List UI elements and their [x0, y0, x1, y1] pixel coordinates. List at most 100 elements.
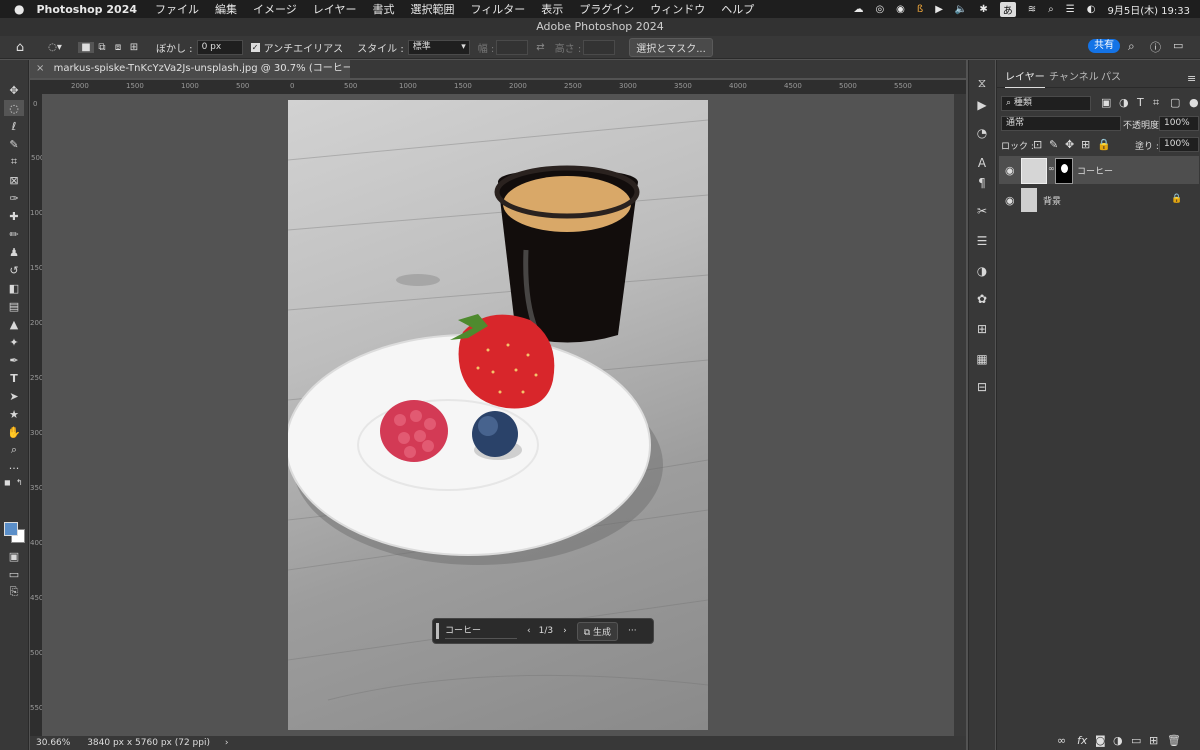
lasso-tool-icon[interactable]: ℓ: [4, 118, 24, 134]
lock-position-icon[interactable]: ✥: [1065, 138, 1074, 151]
add-mask-icon[interactable]: ◙: [1095, 734, 1106, 747]
vertical-scrollbar[interactable]: [954, 94, 966, 736]
properties-panel-icon[interactable]: ◔: [972, 124, 992, 142]
apple-icon[interactable]: ●: [14, 2, 24, 16]
link-layers-icon[interactable]: ∞: [1057, 734, 1066, 747]
clone-stamp-tool-icon[interactable]: ♟: [4, 244, 24, 260]
blur-tool-icon[interactable]: ▲: [4, 316, 24, 332]
fill-input[interactable]: 100%: [1159, 137, 1199, 152]
opacity-input[interactable]: 100%: [1159, 116, 1199, 131]
more-tools-icon[interactable]: ···: [4, 460, 24, 476]
foreground-color-swatch[interactable]: [4, 522, 18, 536]
quick-select-tool-icon[interactable]: ✎: [4, 136, 24, 152]
menu-select[interactable]: 選択範囲: [410, 1, 454, 17]
layer-row-coffee[interactable]: ◉ ∞ コーヒー: [999, 156, 1199, 184]
share-button[interactable]: 共有: [1088, 39, 1120, 53]
app-menu[interactable]: Photoshop 2024: [36, 3, 137, 16]
new-selection-icon[interactable]: ■: [78, 41, 94, 53]
siri-icon[interactable]: ◐: [1087, 4, 1096, 15]
previous-variation-icon[interactable]: ‹: [527, 626, 531, 636]
new-layer-icon[interactable]: ⊞: [1149, 734, 1158, 747]
more-options-icon[interactable]: ···: [628, 626, 637, 636]
filter-smart-icon[interactable]: ▢: [1170, 96, 1180, 109]
blend-mode-select[interactable]: 通常: [1001, 116, 1121, 131]
fx-icon[interactable]: fx: [1077, 734, 1087, 747]
tab-layers[interactable]: レイヤー: [1005, 69, 1045, 88]
swap-icon[interactable]: ⇄: [536, 42, 544, 53]
layer-row-background[interactable]: ◉ 背景 🔒: [999, 186, 1199, 214]
panel-menu-icon[interactable]: ≡: [1187, 72, 1196, 85]
link-icon[interactable]: ∞: [1048, 164, 1055, 173]
intersect-selection-icon[interactable]: ⊞: [126, 42, 142, 53]
cloud-icon[interactable]: ☁: [853, 4, 863, 15]
filter-toggle-icon[interactable]: ●: [1189, 96, 1199, 109]
feather-input[interactable]: 0 px: [196, 39, 243, 55]
document-tab[interactable]: × markus-spiske-TnKcYzVa2Js-unsplash.jpg…: [30, 60, 402, 78]
home-icon[interactable]: ⌂: [8, 40, 32, 55]
visibility-eye-icon[interactable]: ◉: [1005, 164, 1015, 177]
marquee-preset-icon[interactable]: ◌▾: [40, 42, 70, 53]
character-panel-icon[interactable]: A: [972, 154, 992, 172]
style-select[interactable]: 標準 ▾: [407, 39, 470, 55]
play-icon[interactable]: ▶: [935, 4, 943, 15]
trash-icon[interactable]: 🗑: [1167, 734, 1181, 747]
menu-layer[interactable]: レイヤー: [313, 1, 357, 17]
next-variation-icon[interactable]: ›: [563, 626, 567, 636]
move-tool-icon[interactable]: ✥: [4, 82, 24, 98]
swap-colors-icon[interactable]: ↰: [16, 478, 23, 487]
creative-cloud-icon[interactable]: ◉: [896, 4, 905, 15]
workspace-icon[interactable]: ▭: [1173, 39, 1183, 52]
paragraph-panel-icon[interactable]: ¶: [972, 174, 992, 192]
color-panel-icon[interactable]: ◑: [972, 262, 992, 280]
healing-brush-tool-icon[interactable]: ✚: [4, 208, 24, 224]
menu-filter[interactable]: フィルター: [470, 1, 525, 17]
crop-tool-icon[interactable]: ⌗: [4, 154, 24, 170]
share-image-icon[interactable]: ⎘: [4, 584, 24, 600]
layer-filter-select[interactable]: ⌕ 種類: [1001, 96, 1091, 111]
menu-edit[interactable]: 編集: [215, 1, 237, 17]
control-center-icon[interactable]: ☰: [1066, 4, 1075, 15]
default-colors-icon[interactable]: ◼: [4, 478, 11, 487]
filter-type-icon[interactable]: T: [1137, 96, 1144, 109]
menubar-clock[interactable]: 9月5日(木) 19:33: [1107, 2, 1190, 17]
menu-plugins[interactable]: プラグイン: [579, 1, 634, 17]
menu-window[interactable]: ウィンドウ: [650, 1, 705, 17]
bolt-icon[interactable]: ß: [917, 4, 923, 15]
generative-prompt-input[interactable]: コーヒー: [445, 623, 517, 639]
marquee-tool-icon[interactable]: ◌: [4, 100, 24, 116]
history-brush-tool-icon[interactable]: ↺: [4, 262, 24, 278]
search-icon[interactable]: ⌕: [1128, 39, 1135, 54]
subtract-selection-icon[interactable]: ⧈: [110, 42, 126, 53]
lock-all-icon[interactable]: 🔒: [1097, 138, 1111, 151]
width-input[interactable]: [496, 39, 529, 55]
menu-view[interactable]: 表示: [541, 1, 563, 17]
menu-type[interactable]: 書式: [372, 1, 394, 17]
tab-channels[interactable]: チャンネル: [1049, 69, 1099, 87]
screen-mode-icon[interactable]: ▭: [4, 566, 24, 582]
path-select-tool-icon[interactable]: ➤: [4, 388, 24, 404]
tab-paths[interactable]: パス: [1101, 69, 1121, 87]
gradients-panel-icon[interactable]: ▦: [972, 350, 992, 368]
add-selection-icon[interactable]: ⧉: [94, 42, 110, 53]
bluetooth-icon[interactable]: ✱: [979, 4, 987, 15]
eraser-tool-icon[interactable]: ◧: [4, 280, 24, 296]
status-menu-icon[interactable]: ›: [225, 738, 229, 748]
height-input[interactable]: [583, 39, 616, 55]
eyedropper-tool-icon[interactable]: ✑: [4, 190, 24, 206]
wifi-icon[interactable]: ≋: [1028, 4, 1036, 15]
tool-presets-icon[interactable]: ✂: [972, 202, 992, 220]
sync-icon[interactable]: ◎: [875, 4, 884, 15]
filter-adjust-icon[interactable]: ◑: [1119, 96, 1129, 109]
adjustment-layer-icon[interactable]: ◑: [1113, 734, 1123, 747]
type-tool-icon[interactable]: T: [4, 370, 24, 386]
pen-tool-icon[interactable]: ✒: [4, 352, 24, 368]
frame-tool-icon[interactable]: ⊠: [4, 172, 24, 188]
brush-tool-icon[interactable]: ✏: [4, 226, 24, 242]
layer-mask-thumbnail[interactable]: [1055, 158, 1073, 184]
patterns-panel-icon[interactable]: ⊟: [972, 378, 992, 396]
lock-artboard-icon[interactable]: ⊞: [1081, 138, 1090, 151]
filter-pixel-icon[interactable]: ▣: [1101, 96, 1111, 109]
group-icon[interactable]: ▭: [1131, 734, 1141, 747]
generate-button[interactable]: ⧉ 生成: [576, 621, 619, 641]
actions-panel-icon[interactable]: ▶: [972, 96, 992, 114]
